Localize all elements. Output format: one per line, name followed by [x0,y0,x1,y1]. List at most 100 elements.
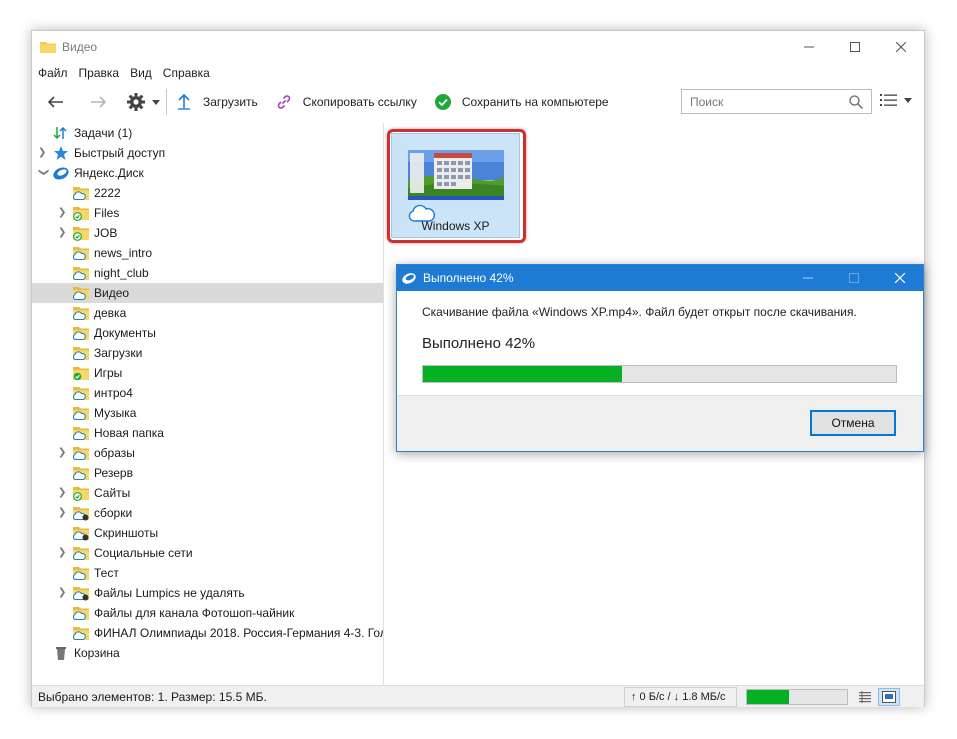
tree-item-folder[interactable]: Резерв [32,463,383,483]
tree-item-label: Сайты [94,486,131,500]
menu-bar: Файл Правка Вид Справка [32,63,924,83]
folder-icon [73,187,89,200]
chevron-down-icon[interactable]: ❯ [38,168,49,178]
tree-item-label: Новая папка [94,426,164,440]
menu-edit[interactable]: Правка [79,66,120,80]
forward-button[interactable] [84,88,114,116]
progress-fill [423,366,622,382]
tree-item-folder[interactable]: Скриншоты [32,523,383,543]
toolbar: Загрузить Скопировать ссылку Сохранить н… [32,86,924,118]
folder-icon [73,347,89,360]
menu-view[interactable]: Вид [130,66,152,80]
upload-button[interactable]: Загрузить [177,88,258,116]
minimize-button[interactable] [786,31,832,63]
minimize-icon [803,277,813,279]
tree-item-label: Резерв [94,466,133,480]
tree-item-folder[interactable]: ❯ JOB [32,223,383,243]
tree-item-label: Скриншоты [94,526,159,540]
tree-item-label: Музыка [94,406,137,420]
tree-item-label: Файлы для канала Фотошоп-чайник [94,606,295,620]
tree-item-folder[interactable]: ФИНАЛ Олимпиады 2018. Россия-Германия 4-… [32,623,383,643]
maximize-button[interactable] [832,31,878,63]
details-view-icon [859,691,871,703]
tree-item-quick-access[interactable]: ❯ Быстрый доступ [32,143,383,163]
search-input[interactable]: Поиск [681,89,872,114]
tree-item-folder[interactable]: Тест [32,563,383,583]
tree-item-folder[interactable]: Игры [32,363,383,383]
tree-item-label: Загрузки [94,346,143,360]
dialog-close-button[interactable] [877,265,923,291]
copy-link-button[interactable]: Скопировать ссылку [276,88,417,116]
tree-item-folder[interactable]: Документы [32,323,383,343]
yandex-disk-icon [53,167,69,180]
chevron-right-icon[interactable]: ❯ [58,228,68,238]
chevron-right-icon[interactable]: ❯ [58,488,68,498]
dialog-message: Скачивание файла «Windows XP.mp4». Файл … [422,305,857,319]
menu-file[interactable]: Файл [38,66,68,80]
file-item-windows-xp[interactable]: Windows XP [391,133,520,238]
link-icon [277,95,291,109]
tree-item-folder[interactable]: девка [32,303,383,323]
tree-item-tasks[interactable]: Задачи (1) [32,123,383,143]
tree-item-label: JOB [94,226,118,240]
tree-item-folder[interactable]: night_club [32,263,383,283]
tree-item-folder[interactable]: 2222 [32,183,383,203]
tree-item-folder[interactable]: интро4 [32,383,383,403]
tree-label-quick-access: Быстрый доступ [74,146,166,160]
tree-item-folder[interactable]: ❯ образы [32,443,383,463]
maximize-icon [849,273,859,283]
back-button[interactable] [40,88,70,116]
tree-item-folder[interactable]: ❯ Файлы Lumpics не удалять [32,583,383,603]
folder-icon [73,567,89,580]
view-mode-button[interactable] [880,93,912,107]
folder-icon [73,247,89,260]
folder-icon [73,327,89,340]
dialog-maximize-button[interactable] [831,265,877,291]
chevron-right-icon[interactable]: ❯ [58,588,68,598]
tiles-view-button[interactable] [878,688,900,706]
close-button[interactable] [878,31,924,63]
save-to-computer-button[interactable]: Сохранить на компьютере [434,88,609,116]
tree-label-tasks: Задачи (1) [74,126,133,140]
chevron-right-icon[interactable]: ❯ [38,148,48,158]
tree-item-folder[interactable]: Музыка [32,403,383,423]
tiles-view-icon [882,691,896,703]
star-icon [54,146,68,160]
tree-item-yandex-disk[interactable]: ❯ Яндекс.Диск [32,163,383,183]
tree-item-folder[interactable]: ❯ Сайты [32,483,383,503]
trash-icon [56,647,66,660]
transfer-speed: ↑ 0 Б/с / ↓ 1.8 МБ/с [624,687,737,707]
chevron-right-icon[interactable]: ❯ [58,548,68,558]
dialog-minimize-button[interactable] [785,265,831,291]
tree-item-folder[interactable]: Видео [32,283,383,303]
chevron-right-icon[interactable]: ❯ [58,448,68,458]
tree-item-folder[interactable]: ❯ Социальные сети [32,543,383,563]
tree-item-folder[interactable]: Загрузки [32,343,383,363]
tree-item-label: интро4 [94,386,133,400]
cancel-button[interactable]: Отмена [810,410,896,436]
details-view-button[interactable] [854,688,876,706]
chevron-right-icon[interactable]: ❯ [58,208,68,218]
status-progress-fill [747,690,789,704]
tree-item-folder[interactable]: ❯ Files [32,203,383,223]
toolbar-separator [166,89,167,115]
settings-button[interactable] [126,88,160,116]
tree-item-folder[interactable]: Файлы для канала Фотошоп-чайник [32,603,383,623]
tree-item-folder[interactable]: ❯ сборки [32,503,383,523]
folder-icon [73,387,89,400]
tree-item-trash[interactable]: Корзина [32,643,383,663]
menu-help[interactable]: Справка [163,66,210,80]
folder-icon [73,307,89,320]
folder-icon [73,207,89,221]
folder-icon [73,287,89,300]
tree-item-folder[interactable]: news_intro [32,243,383,263]
folder-icon [73,447,89,460]
tree-item-folder[interactable]: Новая папка [32,423,383,443]
search-icon [849,94,863,109]
tree-item-label: Социальные сети [94,546,193,560]
tree-item-label: Файлы Lumpics не удалять [94,586,245,600]
tree-item-label: night_club [94,266,149,280]
dialog-title: Выполнено 42% [423,271,514,285]
gear-icon [127,93,145,111]
chevron-right-icon[interactable]: ❯ [58,508,68,518]
